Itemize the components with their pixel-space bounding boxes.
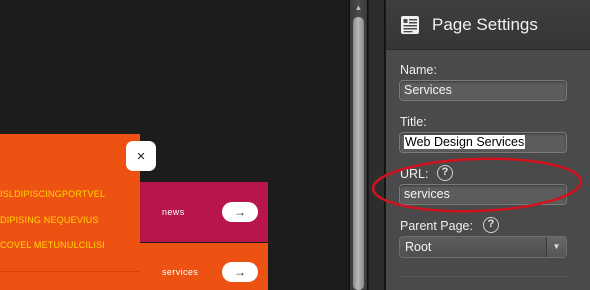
arrow-right-icon: → — [234, 265, 246, 279]
close-button[interactable]: × — [126, 141, 156, 171]
arrow-right-button[interactable]: → — [222, 262, 258, 282]
panel-title: Page Settings — [432, 15, 538, 34]
parent-page-label: Parent Page: — [400, 219, 473, 233]
parent-page-select[interactable]: Root ▼ — [399, 236, 567, 258]
name-label: Name: — [400, 63, 437, 77]
page-document-icon — [401, 16, 419, 34]
nav-tile-label: news — [162, 207, 185, 217]
arrow-right-icon: → — [234, 205, 246, 219]
nav-tile-label: services — [162, 267, 199, 277]
panel-divider-line — [399, 276, 567, 277]
content-text-line: ISLDIPISCINGPORTVEL — [0, 189, 106, 199]
title-field-value: Web Design Services — [404, 135, 526, 149]
arrow-right-button[interactable]: → — [222, 202, 258, 222]
nav-tile-news[interactable]: news → — [140, 182, 268, 242]
page-settings-panel: Page Settings Name: Services Title: Web … — [386, 0, 590, 290]
canvas-preview: ISLDIPISCINGPORTVEL DIPISING NEQUEVIUS C… — [0, 0, 348, 290]
url-field[interactable]: services — [399, 184, 567, 205]
content-panel: ISLDIPISCINGPORTVEL DIPISING NEQUEVIUS C… — [0, 134, 140, 290]
name-field-value: Services — [404, 83, 452, 97]
content-text-line: COVEL METUNULCILISI — [0, 240, 105, 250]
chevron-down-icon: ▼ — [552, 242, 561, 251]
name-field[interactable]: Services — [399, 80, 567, 101]
vertical-scrollbar[interactable]: ▲ — [349, 0, 368, 290]
title-field[interactable]: Web Design Services — [399, 132, 567, 153]
url-field-value: services — [404, 187, 450, 201]
scroll-up-button[interactable]: ▲ — [350, 0, 367, 16]
chevron-up-icon: ▲ — [354, 3, 363, 12]
help-icon[interactable]: ? — [483, 217, 499, 233]
panel-header: Page Settings — [386, 0, 590, 50]
parent-page-value: Root — [405, 240, 432, 254]
url-label: URL: — [400, 167, 429, 181]
title-label: Title: — [400, 115, 427, 129]
help-icon[interactable]: ? — [437, 165, 453, 181]
close-icon: × — [136, 147, 146, 165]
content-text-line: DIPISING NEQUEVIUS — [0, 215, 99, 225]
scroll-thumb[interactable] — [353, 17, 364, 290]
panel-divider — [369, 0, 385, 290]
nav-tile-services[interactable]: services → — [140, 243, 268, 290]
dropdown-button[interactable]: ▼ — [546, 237, 566, 257]
content-divider — [0, 271, 140, 272]
